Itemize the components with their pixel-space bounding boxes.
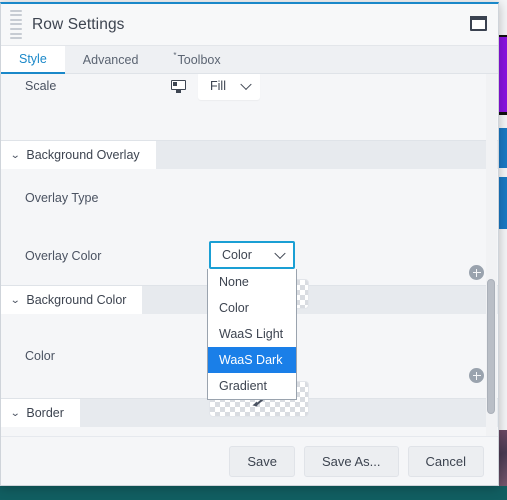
page-footer-bar	[0, 486, 507, 500]
panel-scrollbar-thumb[interactable]	[487, 279, 495, 414]
save-as-button[interactable]: Save As...	[303, 445, 399, 477]
tab-advanced-label: Advanced	[82, 52, 139, 67]
row-overlay-type: Overlay Type	[1, 169, 498, 227]
row-scale: Scale Fill	[1, 74, 498, 112]
drag-handle-icon[interactable]	[10, 9, 22, 40]
tab-toolbox-modified-marker: *	[173, 51, 177, 60]
option-color-label: Color	[219, 301, 249, 315]
chevron-down-icon: ⌄	[9, 149, 21, 161]
spacer-scale	[1, 112, 498, 140]
option-waas-light[interactable]: WaaS Light	[208, 321, 296, 347]
tab-style-label: Style	[19, 52, 47, 66]
tab-advanced[interactable]: Advanced	[65, 46, 157, 73]
chevron-down-icon	[274, 247, 286, 260]
cancel-button[interactable]: Cancel	[407, 445, 484, 477]
option-none[interactable]: None	[208, 269, 296, 295]
option-gradient[interactable]: Gradient	[208, 373, 296, 399]
overlay-type-select-value: Color	[222, 248, 252, 262]
option-waas-dark[interactable]: WaaS Dark	[208, 347, 296, 373]
row-background-color-label: Color	[25, 349, 55, 363]
row-border: Border	[1, 427, 498, 436]
option-waas-dark-label: WaaS Dark	[219, 353, 283, 367]
chevron-down-icon	[240, 78, 252, 91]
dialog-footer: Save Save As... Cancel	[1, 436, 498, 485]
option-color[interactable]: Color	[208, 295, 296, 321]
settings-scroll-area: Scale Fill ⌄ Background Overlay Overlay …	[1, 74, 498, 436]
row-overlay-type-label: Overlay Type	[25, 191, 99, 205]
overlay-color-add-icon[interactable]	[469, 265, 484, 280]
overlay-type-dropdown-menu: None Color WaaS Light WaaS Dark Gradient	[207, 269, 297, 400]
overlay-type-select[interactable]: Color	[209, 241, 295, 269]
dialog-title: Row Settings	[32, 15, 125, 33]
option-none-label: None	[219, 275, 249, 289]
maximize-icon[interactable]	[470, 16, 487, 31]
option-gradient-label: Gradient	[219, 379, 267, 393]
background-color-add-icon[interactable]	[469, 368, 484, 383]
option-waas-light-label: WaaS Light	[219, 327, 284, 341]
scale-select[interactable]: Fill	[198, 74, 260, 100]
chevron-down-icon: ⌄	[9, 407, 21, 419]
tab-style[interactable]: Style	[1, 46, 65, 74]
section-title-background-overlay: Background Overlay	[26, 148, 140, 162]
panel-scrollbar-track[interactable]	[486, 74, 497, 436]
scale-select-value: Fill	[210, 79, 226, 93]
settings-tabs: Style Advanced * Toolbox	[1, 46, 498, 74]
dialog-titlebar[interactable]: Row Settings	[1, 4, 498, 46]
section-header-background-overlay[interactable]: ⌄ Background Overlay	[1, 140, 498, 169]
row-settings-dialog: Row Settings Style Advanced * Toolbox Sc…	[0, 2, 499, 486]
tab-toolbox-label: Toolbox	[177, 52, 221, 67]
chevron-down-icon: ⌄	[9, 294, 21, 306]
device-desktop-icon[interactable]	[171, 79, 186, 93]
section-title-border: Border	[26, 406, 64, 420]
row-scale-label: Scale	[25, 79, 57, 93]
row-overlay-color-label: Overlay Color	[25, 249, 102, 263]
tab-toolbox[interactable]: * Toolbox	[156, 46, 238, 73]
save-button[interactable]: Save	[229, 445, 295, 477]
section-title-background-color: Background Color	[26, 293, 127, 307]
